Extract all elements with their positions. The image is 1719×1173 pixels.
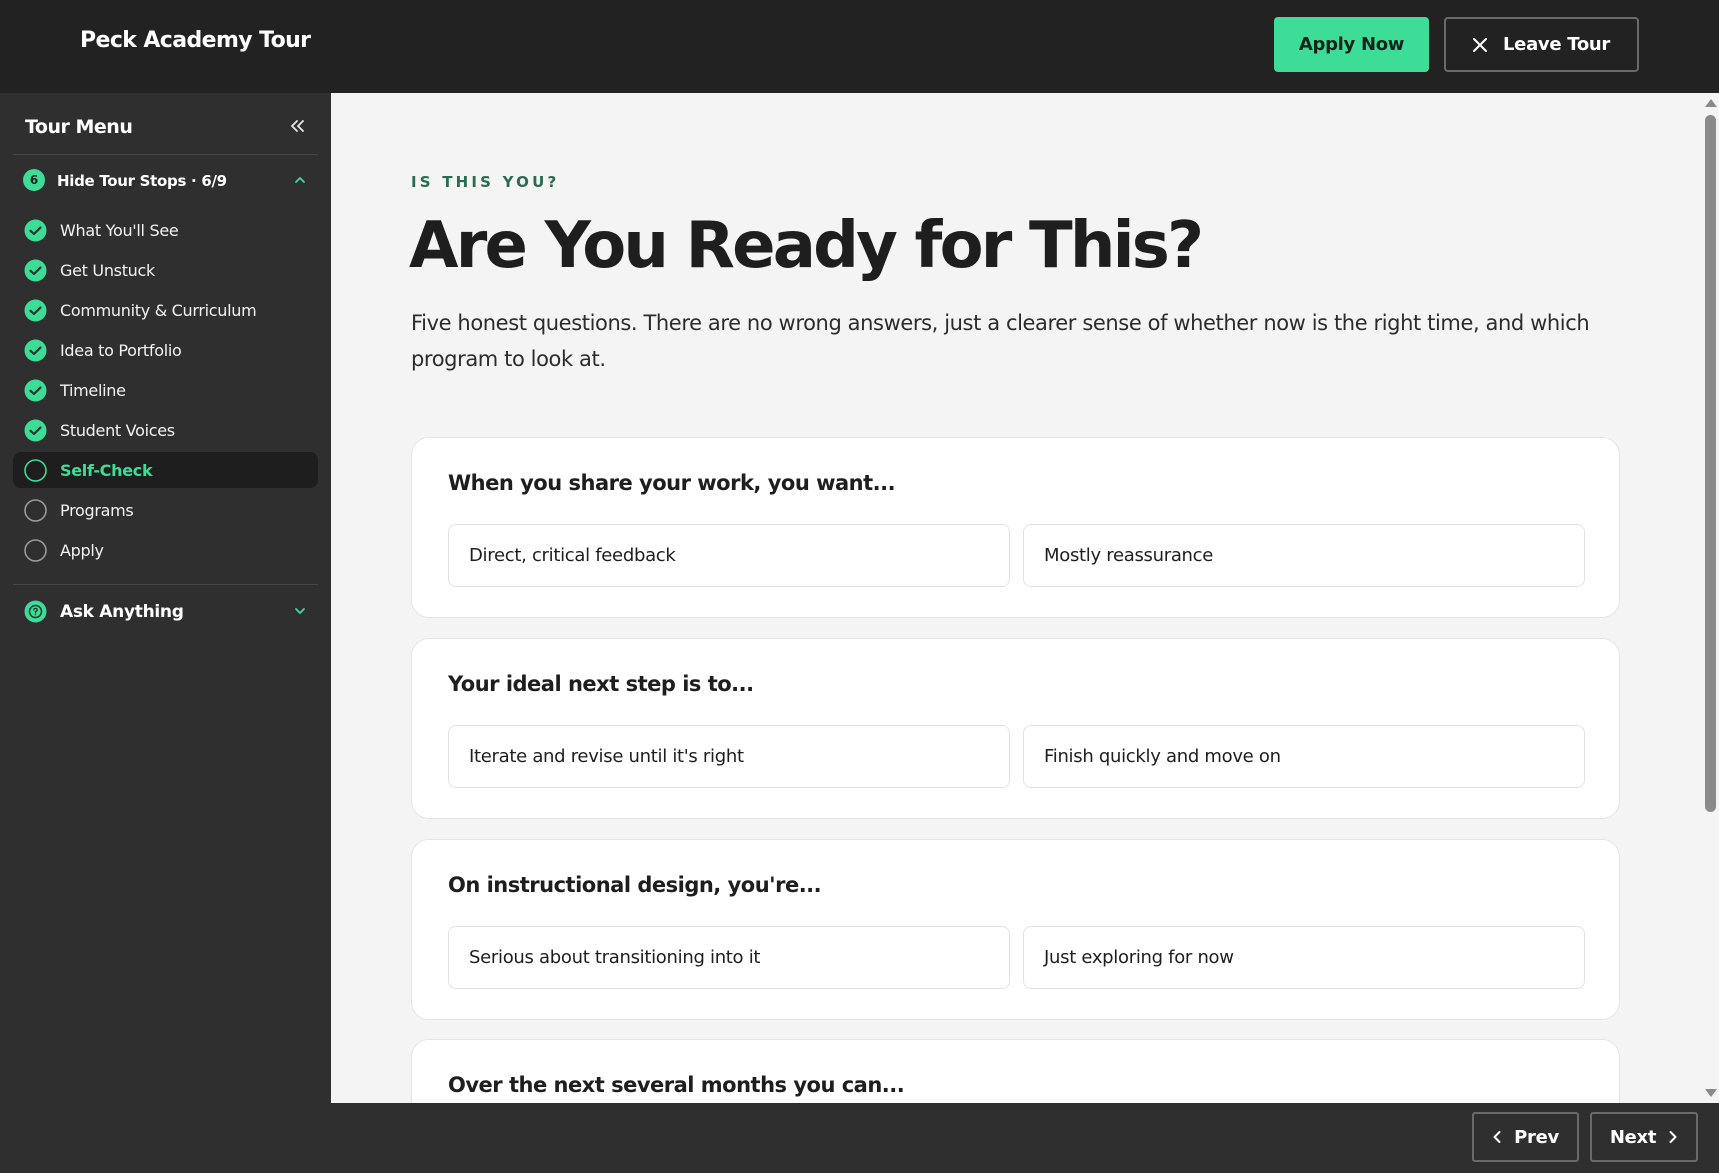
sidebar-item-community-curriculum[interactable]: Community & Curriculum [13, 292, 318, 328]
sidebar-item-label: Timeline [60, 381, 126, 400]
leave-tour-label: Leave Tour [1503, 34, 1610, 55]
scroll-up-arrow-icon[interactable] [1705, 99, 1717, 107]
scroll-down-arrow-icon[interactable] [1705, 1089, 1717, 1097]
sidebar-item-apply[interactable]: Apply [13, 532, 318, 568]
answer-option[interactable]: Just exploring for now [1023, 926, 1585, 989]
sidebar-item-student-voices[interactable]: Student Voices [13, 412, 318, 448]
top-bar: Peck Academy Tour Apply Now Leave Tour [0, 0, 1719, 93]
question-prompt: Over the next several months you can... [448, 1073, 905, 1097]
hide-tour-stops-toggle[interactable]: 6 Hide Tour Stops · 6/9 [13, 165, 318, 195]
sidebar-item-label: Get Unstuck [60, 261, 155, 280]
chevron-up-icon [294, 174, 306, 186]
sidebar-item-label: Idea to Portfolio [60, 341, 182, 360]
check-circle-icon [24, 259, 47, 282]
check-circle-icon [24, 419, 47, 442]
sidebar-item-timeline[interactable]: Timeline [13, 372, 318, 408]
prev-label: Prev [1514, 1126, 1559, 1148]
brand-title: Peck Academy Tour [80, 28, 311, 53]
prev-button[interactable]: Prev [1472, 1112, 1579, 1162]
ask-anything-toggle[interactable]: Ask Anything [13, 593, 318, 629]
check-circle-icon [24, 339, 47, 362]
double-chevron-left-icon [288, 115, 308, 137]
collapse-sidebar-button[interactable] [288, 115, 308, 137]
sidebar-item-what-youll-see[interactable]: What You'll See [13, 212, 318, 248]
sidebar-divider [13, 154, 318, 155]
question-prompt: On instructional design, you're... [448, 873, 822, 897]
ask-anything-label: Ask Anything [60, 602, 184, 622]
apply-now-button[interactable]: Apply Now [1274, 17, 1429, 72]
empty-circle-icon [24, 499, 47, 522]
answer-option[interactable]: Serious about transitioning into it [448, 926, 1010, 989]
tour-footer: Prev Next [331, 1103, 1719, 1173]
main-content: IS THIS YOU? Are You Ready for This? Fiv… [331, 93, 1702, 1103]
sidebar-item-idea-to-portfolio[interactable]: Idea to Portfolio [13, 332, 318, 368]
empty-circle-icon [24, 539, 47, 562]
main-scrollbar[interactable] [1702, 93, 1719, 1103]
sidebar-divider [13, 584, 318, 585]
check-circle-icon [24, 219, 47, 242]
current-circle-icon [24, 459, 47, 482]
tour-sidebar: Tour Menu 6 Hide Tour Stops · 6/9 What Y… [0, 93, 331, 1173]
next-button[interactable]: Next [1590, 1112, 1698, 1162]
progress-badge: 6 [23, 169, 45, 191]
check-circle-icon [24, 299, 47, 322]
close-icon [1473, 37, 1487, 52]
question-card: Your ideal next step is to... Iterate an… [411, 638, 1620, 819]
sidebar-item-programs[interactable]: Programs [13, 492, 318, 528]
chevron-down-icon [294, 605, 306, 617]
answer-option[interactable]: Direct, critical feedback [448, 524, 1010, 587]
sidebar-item-label: Self-Check [60, 461, 153, 480]
leave-tour-button[interactable]: Leave Tour [1444, 17, 1639, 72]
answer-option[interactable]: Mostly reassurance [1023, 524, 1585, 587]
chevron-left-icon [1492, 1130, 1502, 1144]
intro-text: Five honest questions. There are no wron… [411, 311, 1590, 371]
sidebar-item-label: Student Voices [60, 421, 175, 440]
sidebar-item-label: What You'll See [60, 221, 179, 240]
sidebar-item-self-check[interactable]: Self-Check [13, 452, 318, 488]
question-prompt: Your ideal next step is to... [448, 672, 754, 696]
section-eyebrow: IS THIS YOU? [411, 173, 560, 191]
check-circle-icon [24, 379, 47, 402]
scrollbar-thumb[interactable] [1705, 115, 1716, 812]
question-circle-icon [24, 600, 47, 623]
sidebar-item-label: Apply [60, 541, 104, 560]
answer-option[interactable]: Finish quickly and move on [1023, 725, 1585, 788]
sidebar-item-label: Community & Curriculum [60, 301, 257, 320]
sidebar-item-get-unstuck[interactable]: Get Unstuck [13, 252, 318, 288]
sidebar-title: Tour Menu [25, 116, 133, 138]
next-label: Next [1609, 1126, 1657, 1148]
page-title: Are You Ready for This? [409, 209, 1204, 283]
chevron-right-icon [1668, 1130, 1678, 1144]
question-card: Over the next several months you can... [411, 1039, 1620, 1103]
answer-option[interactable]: Iterate and revise until it's right [448, 725, 1010, 788]
question-card: On instructional design, you're... Serio… [411, 839, 1620, 1020]
question-card: When you share your work, you want... Di… [411, 437, 1620, 618]
sidebar-item-label: Programs [60, 501, 134, 520]
tour-stops-label: Hide Tour Stops · 6/9 [57, 172, 227, 190]
question-prompt: When you share your work, you want... [448, 471, 896, 495]
